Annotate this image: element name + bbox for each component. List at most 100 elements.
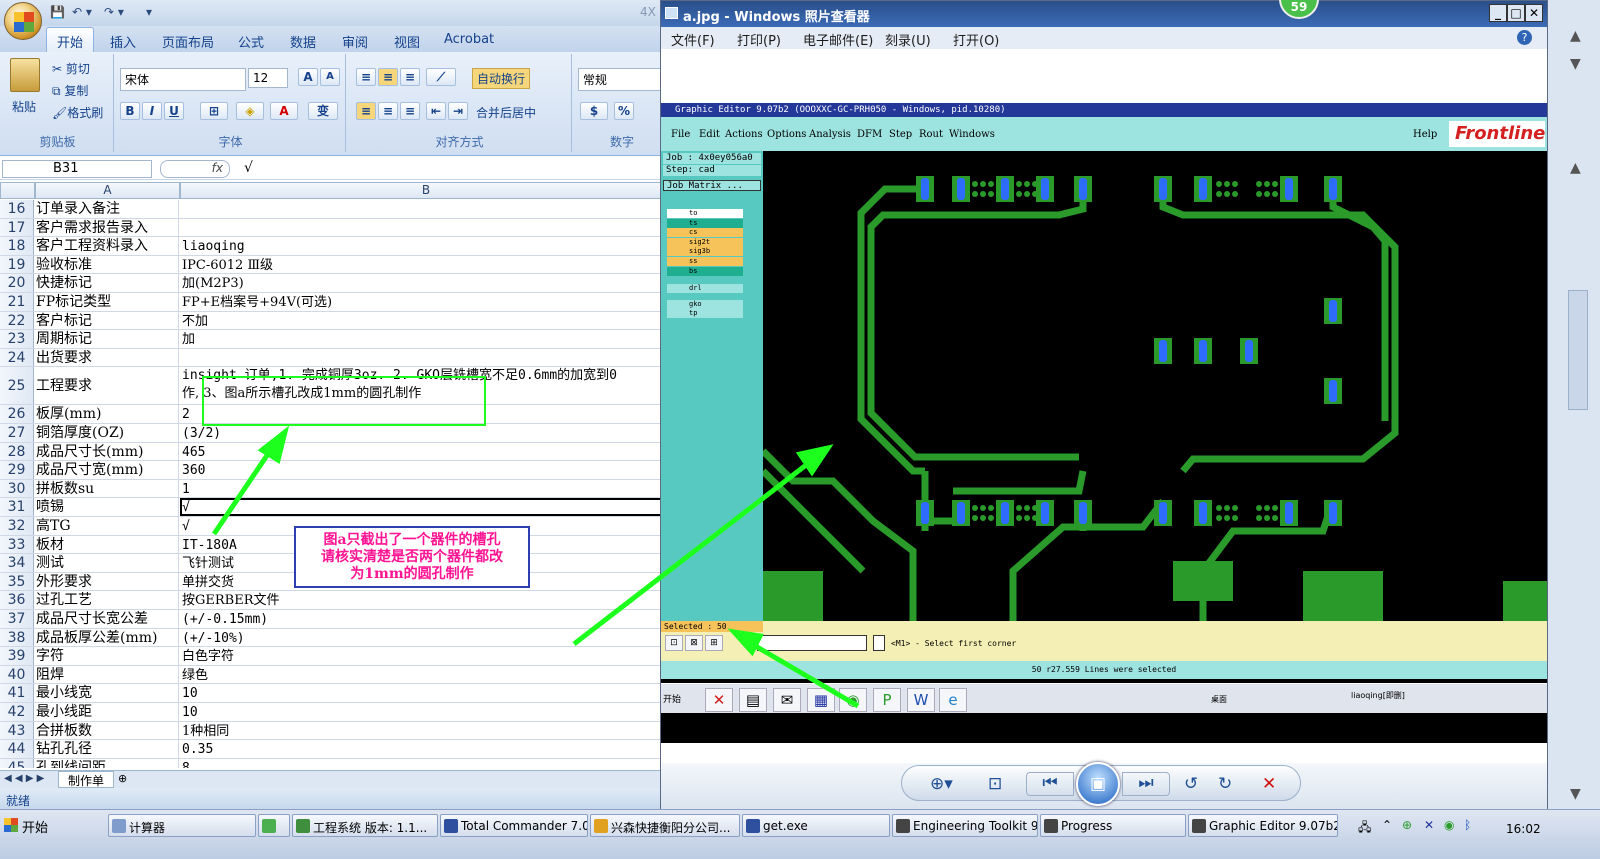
taskbar-item[interactable]: Graphic Editor 9.07b2 (... (1188, 814, 1338, 837)
cell-b[interactable]: (3/2) (180, 424, 672, 442)
cell-a[interactable]: 测试 (35, 554, 179, 572)
scroll-down-icon[interactable]: ▼ (1570, 56, 1581, 72)
help-icon[interactable]: ? (1517, 30, 1532, 45)
row-number[interactable]: 39 (0, 647, 34, 665)
cell-b[interactable]: 8 (180, 759, 672, 768)
layer-row[interactable]: cs (667, 228, 743, 238)
cell-b[interactable]: IPC-6012 Ⅲ级 (180, 256, 672, 274)
align-middle-icon[interactable]: ≡ (378, 68, 398, 86)
font-name-select[interactable]: 宋体 (120, 68, 246, 91)
row-number[interactable]: 20 (0, 274, 34, 292)
ge-menu-help[interactable]: Help (1413, 129, 1437, 140)
cell-b[interactable]: 白色字符 (180, 647, 672, 665)
tray-network-icon[interactable]: 🖧 (1358, 818, 1371, 839)
tab-review[interactable]: 审阅 (342, 32, 368, 51)
cell-a[interactable]: 高TG (35, 517, 179, 535)
redo-icon[interactable]: ↷ ▾ (104, 5, 124, 19)
background-window-scrollbar[interactable]: ▲ ▼ ▲ ▼ (1562, 0, 1600, 809)
taskbar-item[interactable]: Engineering Toolkit 9.0... (892, 814, 1038, 837)
sheet-tab-active[interactable]: 制作单 (58, 771, 114, 788)
row-number[interactable]: 33 (0, 535, 34, 554)
grow-font-icon[interactable]: A (298, 68, 318, 86)
taskbar-item[interactable]: Total Commander 7.0 ... (440, 814, 588, 837)
row-number[interactable]: 35 (0, 572, 34, 591)
align-bottom-icon[interactable]: ≡ (400, 68, 420, 86)
ge-menu-actions[interactable]: Actions (725, 129, 763, 140)
format-painter-button[interactable]: 🖌格式刷 (52, 104, 103, 121)
increase-indent-icon[interactable]: ⇥ (448, 102, 468, 120)
qat-customize-icon[interactable]: ▾ (146, 5, 152, 19)
row-number[interactable]: 19 (0, 255, 34, 274)
cell-b[interactable]: 360 (180, 461, 672, 479)
ge-tool-icon[interactable]: ⊠ (685, 635, 703, 651)
cell-b[interactable]: 10 (180, 703, 672, 721)
cell-a[interactable]: 成品尺寸宽(mm) (35, 461, 179, 479)
currency-icon[interactable]: $ (580, 102, 608, 120)
cell-b[interactable]: (+/-10%) (180, 629, 672, 647)
tab-data[interactable]: 数据 (290, 32, 316, 51)
row-number[interactable]: 18 (0, 237, 34, 255)
row-number[interactable]: 23 (0, 330, 34, 348)
ge-menu-file[interactable]: File (671, 129, 690, 140)
slideshow-icon[interactable]: ▣ (1076, 762, 1120, 806)
pcb-view[interactable] (763, 151, 1547, 621)
rotate-left-icon[interactable]: ↺ (1184, 774, 1198, 794)
cell-a[interactable]: 最小线宽 (35, 684, 179, 702)
cell-b[interactable]: 按GERBER文件 (180, 591, 672, 609)
cell-a[interactable]: 客户需求报告录入 (35, 218, 179, 237)
cell-a[interactable]: 阻焊 (35, 665, 179, 684)
cell-a[interactable]: 板厚(mm) (35, 405, 179, 423)
fill-color-icon[interactable]: ◈ (236, 102, 264, 120)
cell-a[interactable]: 钻孔孔径 (35, 740, 179, 758)
ge-tool-icon[interactable]: ⊞ (705, 635, 723, 651)
layer-row[interactable]: ts (667, 218, 743, 228)
menu-burn[interactable]: 刻录(U) (885, 30, 931, 49)
copy-button[interactable]: ⧉ 复制 (52, 82, 88, 99)
job-matrix-button[interactable]: Job Matrix ... (663, 180, 761, 191)
ge-menu-rout[interactable]: Rout (919, 129, 943, 140)
next-icon[interactable]: ⏭ (1122, 772, 1170, 796)
taskbar-item[interactable]: get.exe (742, 814, 890, 837)
column-header-a[interactable]: A (35, 182, 180, 199)
layer-row[interactable]: sig2t (667, 237, 743, 247)
percent-button[interactable]: % (614, 102, 634, 120)
tab-formulas[interactable]: 公式 (238, 32, 264, 51)
tray-app-icon[interactable]: ✕ (1424, 818, 1434, 832)
layer-row[interactable]: drl (667, 284, 743, 294)
cell-b[interactable]: (+/-0.15mm) (180, 610, 672, 628)
menu-file[interactable]: 文件(F) (671, 30, 715, 49)
cell-b[interactable]: 加(M2P3) (180, 274, 672, 292)
cell-b[interactable]: 加 (180, 330, 672, 348)
taskbar-item[interactable]: 兴森快捷衡阳分公司... (590, 814, 740, 837)
row-number[interactable]: 25 (0, 367, 34, 405)
cell-a[interactable]: 外形要求 (35, 572, 179, 591)
tab-page-layout[interactable]: 页面布局 (162, 32, 214, 51)
bluetooth-icon[interactable]: ᛒ (1464, 818, 1471, 832)
office-button[interactable] (4, 2, 42, 40)
row-number[interactable]: 31 (0, 498, 34, 516)
tab-home[interactable]: 开始 (46, 27, 95, 52)
row-number[interactable]: 29 (0, 461, 34, 479)
row-number[interactable]: 28 (0, 442, 34, 461)
cell-a[interactable]: 喷锡 (35, 498, 179, 516)
scroll-down-icon[interactable]: ▼ (1570, 786, 1581, 802)
cell-b[interactable]: 绿色 (180, 666, 672, 684)
zoom-icon[interactable]: ⊕▾ (930, 774, 953, 794)
cell-a[interactable]: 成品尺寸长(mm) (35, 442, 179, 461)
cell-a[interactable]: 孔到线间距 (35, 758, 179, 768)
align-top-icon[interactable]: ≡ (356, 68, 376, 86)
tab-view[interactable]: 视图 (394, 32, 420, 51)
cell-b[interactable] (180, 200, 672, 218)
scroll-up-icon[interactable]: ▲ (1570, 160, 1581, 176)
cell-a[interactable]: 拼板数su (35, 479, 179, 498)
menu-email[interactable]: 电子邮件(E) (803, 30, 873, 49)
row-number[interactable]: 37 (0, 610, 34, 628)
close-button[interactable]: ✕ (1525, 4, 1543, 22)
cell-a[interactable]: 字符 (35, 647, 179, 665)
cell-a[interactable]: 合拼板数 (35, 721, 179, 740)
row-number[interactable]: 40 (0, 665, 34, 684)
cell-b[interactable] (180, 349, 672, 367)
cell-b[interactable]: FP+E档案号+94V(可选) (180, 293, 672, 311)
tray-app-icon[interactable]: ⊕ (1402, 818, 1412, 832)
undo-icon[interactable]: ↶ ▾ (72, 5, 92, 19)
